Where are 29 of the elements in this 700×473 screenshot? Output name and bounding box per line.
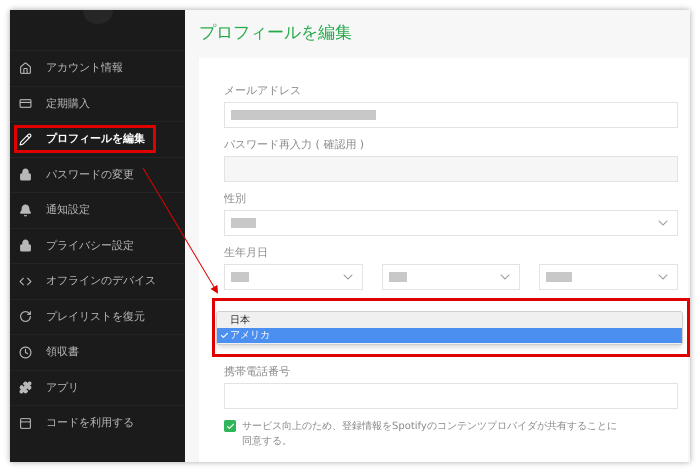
select-field[interactable] <box>224 264 363 290</box>
clock-icon <box>19 346 32 359</box>
consent-text: サービス向上のため、登録情報をSpotifyのコンテンツプロバイダが共有することに同意する。 <box>242 420 618 449</box>
dropdown-option[interactable]: 日本 <box>217 313 682 328</box>
input-field[interactable] <box>224 383 678 409</box>
lock-icon <box>19 239 32 252</box>
input-field[interactable] <box>224 156 678 182</box>
refresh-icon <box>19 310 32 324</box>
checkbox[interactable] <box>224 420 236 432</box>
field-label: 生年月日 <box>224 246 269 260</box>
puzzle-icon <box>19 381 32 394</box>
select-field[interactable] <box>382 264 520 290</box>
field-label: 性別 <box>224 192 247 206</box>
lock-icon <box>19 168 32 182</box>
select-field[interactable] <box>539 264 678 290</box>
input-field[interactable] <box>224 102 678 128</box>
card-icon <box>19 97 32 110</box>
bell-icon <box>19 204 32 217</box>
home-icon <box>19 62 32 75</box>
field-label: メールアドレス <box>224 84 302 98</box>
panel-icon <box>19 416 32 430</box>
pencil-icon <box>19 132 32 146</box>
check-icon <box>226 422 234 430</box>
code-icon <box>19 274 32 288</box>
check-icon <box>220 331 229 340</box>
select-field[interactable] <box>224 210 678 236</box>
field-label: パスワード再入力 ( 確認用 ) <box>224 138 366 152</box>
field-label: 携帯電話番号 <box>224 365 291 379</box>
page-title: プロフィールを編集 <box>199 22 352 46</box>
